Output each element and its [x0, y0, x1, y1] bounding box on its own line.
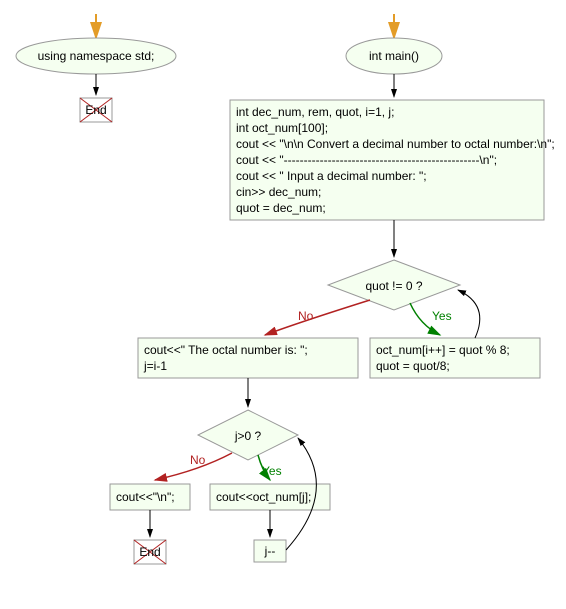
block-yes1-l0: oct_num[i++] = quot % 8;	[376, 343, 510, 357]
dec1-yes-label: Yes	[432, 309, 452, 323]
block1-l0: int dec_num, rem, quot, i=1, j;	[236, 105, 394, 119]
block-no1-l0: cout<<" The octal number is: ";	[144, 343, 308, 357]
block1-l1: int oct_num[100];	[236, 121, 328, 135]
dec2-yes-label: Yes	[262, 464, 282, 478]
block-no1-l1: j=i-1	[143, 359, 167, 373]
arrow-yes1-loop	[458, 290, 480, 338]
dec2-no-label: No	[190, 453, 206, 467]
block-no2-text: cout<<"\n";	[116, 490, 175, 504]
namespace-text: using namespace std;	[38, 49, 155, 63]
block1-l5: cin>> dec_num;	[236, 185, 321, 199]
block1-l4: cout << " Input a decimal number: ";	[236, 169, 427, 183]
dec1-no-label: No	[298, 309, 314, 323]
arrow-dec1-no	[265, 300, 370, 335]
block-yes1-l1: quot = quot/8;	[376, 359, 450, 373]
end2-text: End	[139, 545, 160, 559]
main-text: int main()	[369, 49, 419, 63]
decision2-text: j>0 ?	[234, 429, 262, 443]
decision1-text: quot != 0 ?	[365, 279, 422, 293]
block1-l3: cout << "-------------------------------…	[236, 153, 497, 167]
block1-l2: cout << "\n\n Convert a decimal number t…	[236, 137, 555, 151]
jdec-text: j--	[264, 544, 276, 558]
end1-text: End	[85, 103, 106, 117]
block1-l6: quot = dec_num;	[236, 201, 326, 215]
block-yes2-text: cout<<oct_num[j];	[216, 490, 311, 504]
